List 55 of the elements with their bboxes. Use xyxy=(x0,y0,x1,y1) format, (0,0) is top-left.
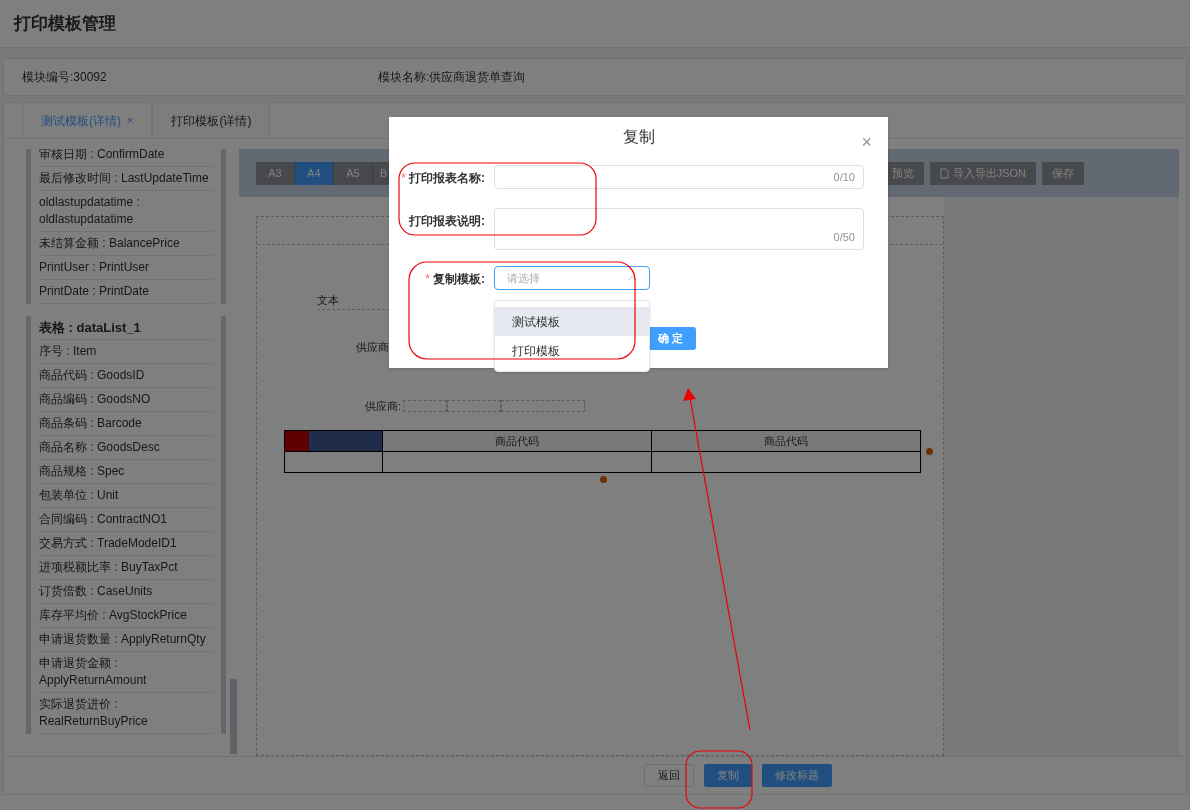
field-item[interactable]: 序号 : Item xyxy=(39,340,213,364)
char-counter: 0/50 xyxy=(833,229,855,245)
field-item[interactable]: 库存平均价 : AvgStockPrice xyxy=(39,604,213,628)
footer-button[interactable]: 返回 xyxy=(644,764,694,787)
tab[interactable]: 打印模板(详情) xyxy=(152,102,271,138)
char-counter: 0/10 xyxy=(833,169,855,185)
table-element[interactable]: 商品代码 商品代码 xyxy=(284,430,921,473)
field-item[interactable]: 商品名称 : GoodsDesc xyxy=(39,436,213,460)
select-field[interactable]: 请选择 xyxy=(494,266,650,290)
table-header-cell: 商品代码 xyxy=(652,431,920,452)
field-item[interactable]: 商品条码 : Barcode xyxy=(39,412,213,436)
textarea-field[interactable]: 0/50 xyxy=(494,208,864,250)
text-input[interactable]: 0/10 xyxy=(494,165,864,189)
selection-handle[interactable] xyxy=(285,431,309,451)
field-label: 复制模板: xyxy=(433,271,485,288)
resize-handle[interactable] xyxy=(600,476,607,483)
field-item[interactable]: 商品编码 : GoodsNO xyxy=(39,388,213,412)
field-item[interactable]: 最后修改时间 : LastUpdateTime xyxy=(39,167,213,191)
table-header-cell: 商品代码 xyxy=(383,431,652,452)
field-item[interactable]: PrintUser : PrintUser xyxy=(39,256,213,280)
field-item[interactable]: 包装单位 : Unit xyxy=(39,484,213,508)
scrollbar-thumb[interactable] xyxy=(230,679,237,754)
dropdown-option[interactable]: 打印模板 xyxy=(495,336,649,365)
list-heading: 表格 : dataList_1 xyxy=(39,316,213,340)
field-item[interactable]: 商品代码 : GoodsID xyxy=(39,364,213,388)
field-item[interactable]: 申请退货数量 : ApplyReturnQty xyxy=(39,628,213,652)
close-button[interactable]: × xyxy=(861,133,872,151)
field-item[interactable]: 申请退货金额 : ApplyReturnAmount xyxy=(39,652,213,693)
document-icon xyxy=(939,167,949,179)
page-title: 打印模板管理 xyxy=(14,12,116,35)
field-item[interactable]: 合同编码 : ContractNO1 xyxy=(39,508,213,532)
chevron-up-icon xyxy=(628,275,637,281)
text-element[interactable]: 供应商: xyxy=(365,398,402,415)
field-item[interactable]: 实际退货进价 : RealReturnBuyPrice xyxy=(39,693,213,734)
dropdown-option[interactable]: 测试模板 xyxy=(495,307,649,336)
field-placeholder[interactable] xyxy=(403,400,448,413)
required-mark: * xyxy=(425,271,430,288)
module-code: 模块编号:30092 xyxy=(22,69,108,86)
field-item[interactable]: 商品规格 : Spec xyxy=(39,460,213,484)
field-item[interactable]: 交易方式 : TradeModeID1 xyxy=(39,532,213,556)
field-placeholder[interactable] xyxy=(447,400,502,413)
text-element[interactable]: 供应商 xyxy=(356,339,389,356)
annotation-outline xyxy=(685,750,753,809)
field-item[interactable]: 订货倍数 : CaseUnits xyxy=(39,580,213,604)
required-mark: * xyxy=(401,170,406,187)
field-placeholder[interactable] xyxy=(501,400,586,413)
field-item[interactable]: 未结算金额 : BalancePrice xyxy=(39,232,213,256)
field-item[interactable]: 进项税额比率 : BuyTaxPct xyxy=(39,556,213,580)
module-name: 模块名称:供应商退货单查询 xyxy=(378,69,526,86)
field-item[interactable]: PrintDate : PrintDate xyxy=(39,280,213,304)
field-label: 打印报表名称: xyxy=(409,170,485,187)
field-label: 打印报表说明: xyxy=(409,213,485,230)
field-item[interactable]: oldlastupdatatime : oldlastupdatatime xyxy=(39,191,213,232)
resize-handle[interactable] xyxy=(926,448,933,455)
dialog-title: 复制 xyxy=(622,127,655,147)
